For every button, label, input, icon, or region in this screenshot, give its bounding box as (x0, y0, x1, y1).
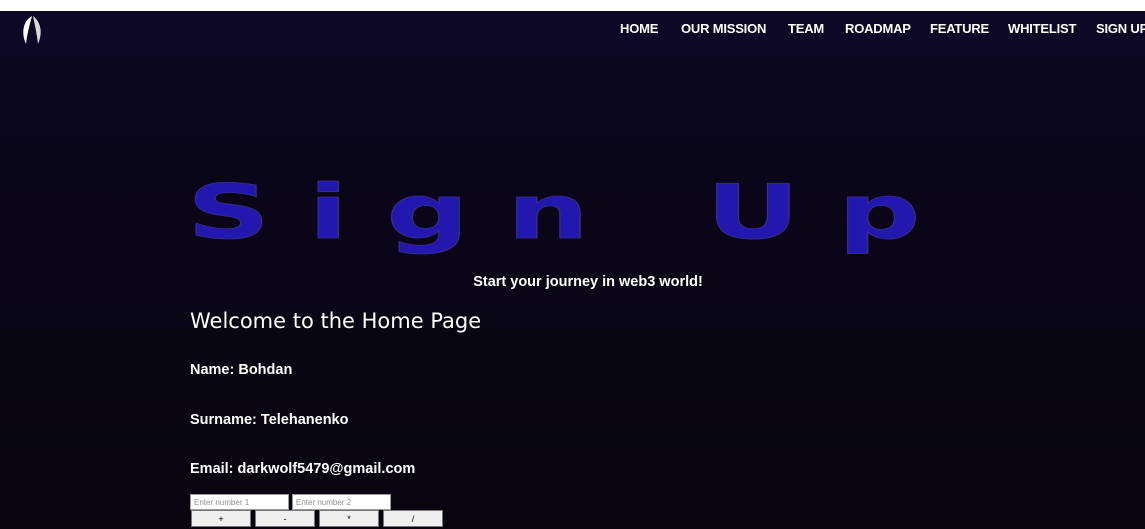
divide-button[interactable]: / (383, 510, 443, 527)
profile-email: Email: darkwolf5479@gmail.com (190, 461, 416, 477)
nav-roadmap-link[interactable]: ROADMAP (845, 21, 911, 36)
add-button[interactable]: + (191, 510, 251, 527)
multiply-button[interactable]: * (319, 510, 379, 527)
welcome-heading: Welcome to the Home Page (190, 309, 482, 333)
hero-title: Sign Up (187, 168, 959, 256)
number-2-input[interactable] (292, 494, 391, 510)
nav-feature-link[interactable]: FEATURE (930, 21, 989, 36)
nav-home-link[interactable]: HOME (620, 21, 658, 36)
navbar: HOME OUR MISSION TEAM ROADMAP FEATURE WH… (0, 11, 1145, 56)
main-nav: HOME OUR MISSION TEAM ROADMAP FEATURE WH… (0, 21, 1145, 41)
hero-subtitle: Start your journey in web3 world! (473, 274, 703, 290)
profile-surname: Surname: Telehanenko (190, 412, 349, 428)
nav-sign-up-link[interactable]: SIGN UP (1096, 21, 1145, 36)
nav-team-link[interactable]: TEAM (788, 21, 824, 36)
subtract-button[interactable]: - (255, 510, 315, 527)
nav-whitelist-link[interactable]: WHITELIST (1008, 21, 1076, 36)
hero-title-text: Sign Up (187, 169, 959, 256)
nav-our-mission-link[interactable]: OUR MISSION (681, 21, 766, 36)
profile-name: Name: Bohdan (190, 362, 293, 378)
number-1-input[interactable] (190, 494, 289, 510)
browser-top-strip (0, 0, 1145, 11)
page: HOME OUR MISSION TEAM ROADMAP FEATURE WH… (0, 0, 1145, 529)
